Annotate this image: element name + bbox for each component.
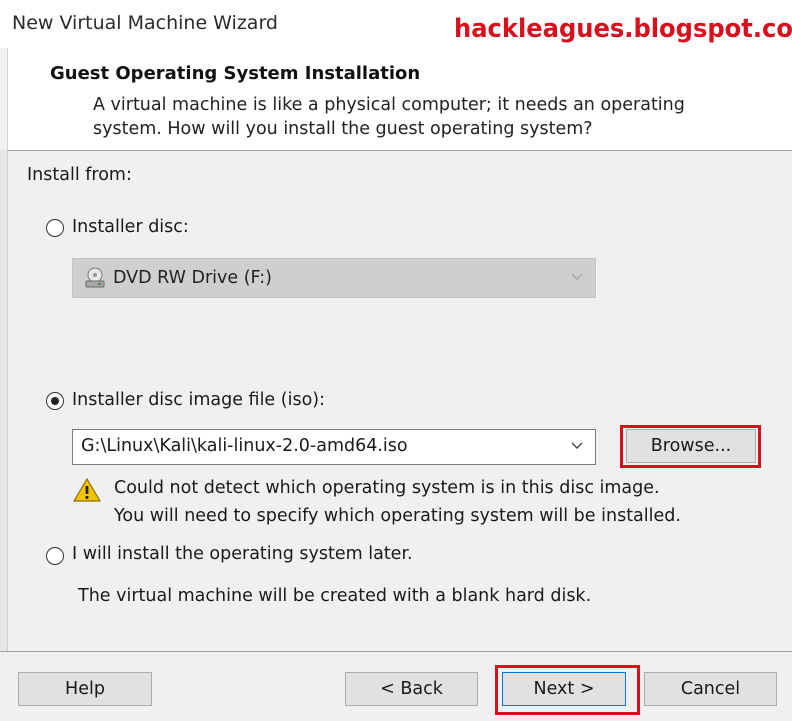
disc-drive-value: DVD RW Drive (F:) xyxy=(113,268,272,288)
watermark: hackleagues.blogspot.com xyxy=(454,14,792,44)
wizard-header: Guest Operating System Installation A vi… xyxy=(0,48,792,196)
disc-drive-select[interactable]: DVD RW Drive (F:) xyxy=(72,258,596,298)
page-description-line-1: A virtual machine is like a physical com… xyxy=(93,95,685,115)
installer-iso-label[interactable]: Installer disc image file (iso): xyxy=(72,390,325,410)
installer-disc-radio[interactable] xyxy=(46,219,64,237)
window-title: New Virtual Machine Wizard xyxy=(12,12,278,34)
installer-disc-label[interactable]: Installer disc: xyxy=(72,217,189,237)
iso-path-value[interactable]: G:\Linux\Kali\kali-linux-2.0-amd64.iso xyxy=(81,436,408,456)
warning-text-line-2: You will need to specify which operating… xyxy=(114,506,681,526)
back-button[interactable]: < Back xyxy=(345,672,478,706)
chevron-down-icon xyxy=(570,269,584,287)
cancel-button[interactable]: Cancel xyxy=(644,672,777,706)
page-description: A virtual machine is like a physical com… xyxy=(93,93,753,141)
install-later-note: The virtual machine will be created with… xyxy=(78,586,592,606)
wizard-footer: Help < Back Next > Cancel xyxy=(0,651,792,721)
help-button[interactable]: Help xyxy=(18,672,152,706)
warning-text-line-1: Could not detect which operating system … xyxy=(114,478,660,498)
install-later-label[interactable]: I will install the operating system late… xyxy=(72,544,413,564)
page-description-line-2: system. How will you install the guest o… xyxy=(93,119,593,139)
highlight-box-next xyxy=(495,665,640,715)
installer-iso-radio[interactable] xyxy=(46,392,64,410)
wizard-content: Install from: Installer disc: DVD RW Dri… xyxy=(0,151,792,651)
warning-icon xyxy=(72,477,102,507)
highlight-box-browse xyxy=(620,425,761,468)
chevron-down-icon[interactable] xyxy=(570,438,584,456)
install-from-label: Install from: xyxy=(27,165,132,185)
window-titlebar: New Virtual Machine Wizard hackleagues.b… xyxy=(0,0,792,48)
iso-path-combobox[interactable]: G:\Linux\Kali\kali-linux-2.0-amd64.iso xyxy=(72,429,596,465)
install-later-radio[interactable] xyxy=(46,547,64,565)
page-title: Guest Operating System Installation xyxy=(50,63,421,84)
disc-drive-icon xyxy=(85,267,105,293)
